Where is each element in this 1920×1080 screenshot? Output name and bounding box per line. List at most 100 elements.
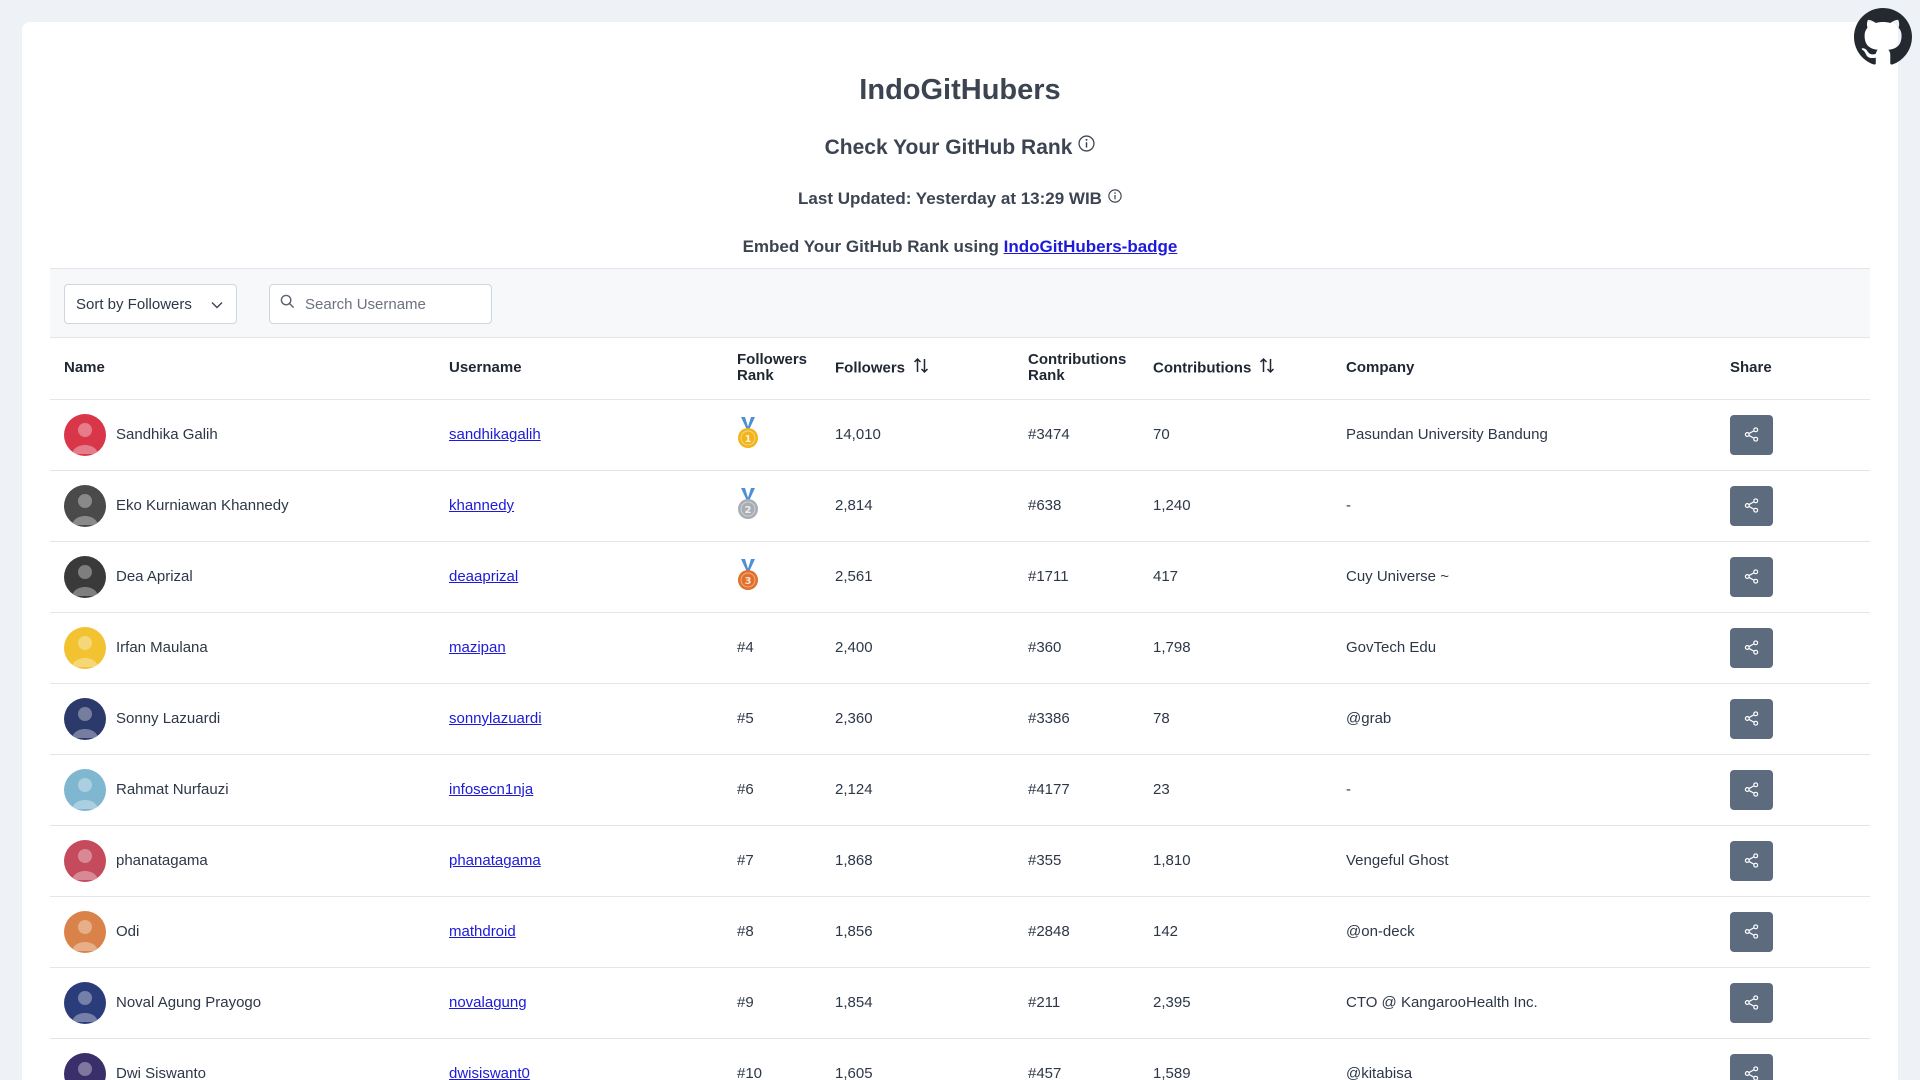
username-link[interactable]: mazipan (449, 639, 506, 656)
sort-arrows-icon[interactable] (913, 357, 929, 378)
user-name: Dwi Siswanto (116, 1065, 207, 1080)
name-cell: Eko Kurniawan Khannedy (50, 470, 435, 542)
share-icon (1744, 427, 1759, 442)
username-link[interactable]: infosecn1nja (449, 781, 533, 798)
followers-cell: 1,605 (821, 1038, 1014, 1080)
share-cell (1716, 612, 1870, 684)
avatar (64, 413, 106, 456)
username-cell: khannedy (435, 470, 723, 542)
col-followers[interactable]: Followers (821, 338, 1014, 400)
table-row: Sandhika Galih sandhikagalih 1 14,010 #3474 7… (50, 399, 1870, 471)
followers-rank-cell: #10 (723, 1038, 821, 1080)
col-username: Username (435, 338, 723, 400)
followers-rank-cell: #4 (723, 612, 821, 684)
toolbar: Sort by Followers (50, 268, 1870, 338)
user-name: Rahmat Nurfauzi (116, 781, 229, 798)
col-followers-label: Followers (835, 359, 906, 377)
company-cell: - (1332, 754, 1716, 826)
username-link[interactable]: khannedy (449, 497, 514, 514)
share-icon (1744, 711, 1759, 726)
username-link[interactable]: deaaprizal (449, 568, 518, 585)
followers-cell: 1,868 (821, 825, 1014, 897)
embed-line: Embed Your GitHub Rank using IndoGitHube… (22, 237, 1898, 257)
share-cell (1716, 754, 1870, 826)
embed-text: Embed Your GitHub Rank using (742, 237, 1004, 256)
name-cell: Rahmat Nurfauzi (50, 754, 435, 826)
search-icon (280, 294, 295, 314)
svg-text:1: 1 (745, 434, 752, 445)
contributions-cell: 1,589 (1139, 1038, 1332, 1080)
sort-select[interactable]: Sort by Followers (64, 284, 237, 324)
col-contributions-rank: Contributions Rank (1014, 338, 1139, 400)
user-name: Odi (116, 923, 140, 940)
sort-select-value: Sort by Followers (76, 295, 192, 313)
share-button[interactable] (1730, 627, 1773, 668)
contributions-rank-cell: #457 (1014, 1038, 1139, 1080)
username-cell: phanatagama (435, 825, 723, 897)
share-button[interactable] (1730, 414, 1773, 455)
search-input[interactable] (305, 295, 475, 313)
badge-link[interactable]: IndoGitHubers-badge (1004, 237, 1178, 256)
table-row: Irfan Maulana mazipan #4 2,400 #360 1,798 GovT… (50, 612, 1870, 684)
company-cell: Vengeful Ghost (1332, 825, 1716, 897)
followers-cell: 14,010 (821, 399, 1014, 471)
followers-cell: 2,814 (821, 470, 1014, 542)
username-cell: mathdroid (435, 896, 723, 968)
col-followers-rank: Followers Rank (723, 338, 821, 400)
col-name: Name (50, 338, 435, 400)
share-cell (1716, 399, 1870, 471)
share-button[interactable] (1730, 769, 1773, 810)
company-cell: Pasundan University Bandung (1332, 399, 1716, 471)
username-link[interactable]: novalagung (449, 994, 527, 1011)
info-icon[interactable] (1108, 188, 1122, 208)
share-button[interactable] (1730, 982, 1773, 1023)
share-button[interactable] (1730, 1053, 1773, 1080)
share-cell (1716, 683, 1870, 755)
username-link[interactable]: sandhikagalih (449, 426, 541, 443)
company-cell: @on-deck (1332, 896, 1716, 968)
username-cell: sandhikagalih (435, 399, 723, 471)
avatar (64, 768, 106, 811)
contributions-cell: 78 (1139, 683, 1332, 755)
share-cell (1716, 541, 1870, 613)
table-body: Sandhika Galih sandhikagalih 1 14,010 #3474 7… (50, 399, 1870, 1080)
share-icon (1744, 853, 1759, 868)
subtitle: Check Your GitHub Rank (22, 134, 1898, 160)
contributions-cell: 70 (1139, 399, 1332, 471)
name-cell: Dea Aprizal (50, 541, 435, 613)
col-contributions-label: Contributions (1153, 359, 1252, 377)
share-icon (1744, 640, 1759, 655)
contributions-rank-cell: #211 (1014, 967, 1139, 1039)
ranking-table: Name Username Followers Rank Followers Co… (50, 338, 1870, 1080)
info-icon[interactable] (1078, 134, 1095, 158)
contributions-rank-cell: #355 (1014, 825, 1139, 897)
table-row: phanatagama phanatagama #7 1,868 #355 1,810 Ve… (50, 825, 1870, 897)
avatar (64, 555, 106, 598)
user-name: Noval Agung Prayogo (116, 994, 262, 1011)
medal-icon: 2 (737, 487, 759, 524)
share-button[interactable] (1730, 840, 1773, 881)
share-cell (1716, 896, 1870, 968)
username-link[interactable]: mathdroid (449, 923, 516, 940)
share-button[interactable] (1730, 556, 1773, 597)
sort-arrows-icon[interactable] (1259, 357, 1275, 378)
github-icon[interactable] (1854, 8, 1912, 66)
col-followers-rank-line1: Followers (737, 351, 808, 369)
share-button[interactable] (1730, 911, 1773, 952)
name-cell: phanatagama (50, 825, 435, 897)
followers-cell: 1,856 (821, 896, 1014, 968)
table-row: Noval Agung Prayogo novalagung #9 1,854 #211… (50, 967, 1870, 1039)
table-row: Rahmat Nurfauzi infosecn1nja #6 2,124 #4177 2… (50, 754, 1870, 826)
username-link[interactable]: sonnylazuardi (449, 710, 542, 727)
username-link[interactable]: dwisiswant0 (449, 1065, 530, 1080)
followers-rank-cell: #7 (723, 825, 821, 897)
share-cell (1716, 967, 1870, 1039)
avatar (64, 839, 106, 882)
col-contributions[interactable]: Contributions (1139, 338, 1332, 400)
share-button[interactable] (1730, 698, 1773, 739)
username-link[interactable]: phanatagama (449, 852, 541, 869)
user-name: Sandhika Galih (116, 426, 218, 443)
svg-text:2: 2 (745, 505, 752, 516)
followers-rank-cell: #9 (723, 967, 821, 1039)
share-button[interactable] (1730, 485, 1773, 526)
